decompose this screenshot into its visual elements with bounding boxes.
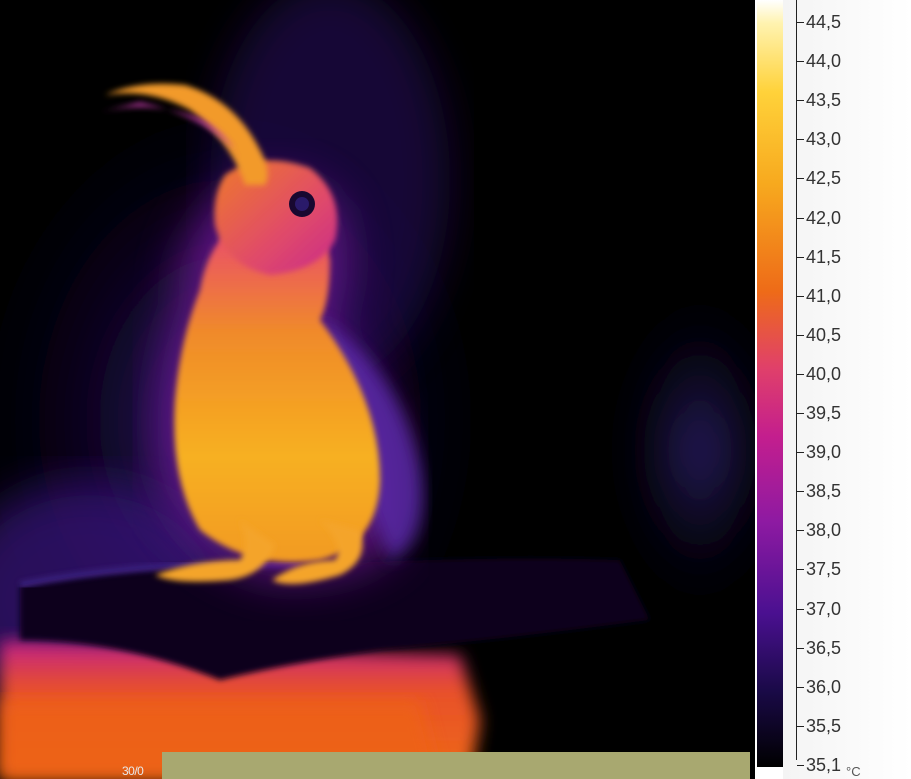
scale-tick-mark bbox=[797, 647, 804, 649]
scale-tick-mark bbox=[797, 217, 804, 219]
scale-tick-label: 41,5 bbox=[806, 246, 842, 267]
scale-tick-label: 36,0 bbox=[806, 676, 842, 697]
scale-tick-label: 44,0 bbox=[806, 51, 842, 72]
bird-thermal-graphic bbox=[0, 0, 755, 779]
bottom-status-bar bbox=[162, 752, 750, 779]
scale-tick-label: 38,5 bbox=[806, 481, 842, 502]
scale-tick-mark bbox=[797, 22, 804, 23]
scale-tick-label: 42,0 bbox=[806, 207, 842, 228]
scale-tick-label: 42,5 bbox=[806, 168, 842, 189]
scale-tick-label: 37,0 bbox=[806, 598, 842, 619]
scale-tick-label: 37,5 bbox=[806, 559, 842, 580]
scale-tick-mark bbox=[797, 608, 804, 610]
scale-tick-mark bbox=[797, 764, 804, 766]
thermal-image bbox=[0, 0, 755, 779]
scale-tick-label: 38,0 bbox=[806, 520, 842, 541]
scale-tick-mark bbox=[797, 725, 804, 727]
corner-text: 30/0 bbox=[122, 764, 144, 778]
temperature-scale bbox=[783, 0, 911, 779]
scale-tick-mark bbox=[797, 61, 804, 63]
scale-tick-mark bbox=[797, 452, 804, 454]
scale-tick-label: 39,0 bbox=[806, 442, 842, 463]
scale-tick-label: 41,0 bbox=[806, 285, 842, 306]
scale-tick-mark bbox=[797, 139, 804, 141]
scale-tick-label: 39,5 bbox=[806, 403, 842, 423]
scale-tick-label: 36,5 bbox=[806, 637, 842, 658]
scale-tick-label: 40,5 bbox=[806, 324, 842, 345]
scale-tick-label: 44,5 bbox=[806, 12, 842, 32]
scale-tick-mark bbox=[797, 334, 804, 336]
scale-tick-mark bbox=[797, 530, 804, 532]
scale-tick-mark bbox=[797, 413, 804, 414]
scale-tick-label: 43,0 bbox=[806, 129, 842, 150]
scale-tick-mark bbox=[797, 178, 804, 180]
scale-tick-mark bbox=[797, 100, 804, 102]
scale-tick-label: 40,0 bbox=[806, 363, 842, 384]
scale-tick-mark bbox=[797, 295, 804, 297]
scale-tick-mark bbox=[797, 373, 804, 375]
temperature-color-bar bbox=[757, 0, 783, 767]
scale-unit-label: °C bbox=[846, 764, 861, 779]
scale-tick-label: 43,5 bbox=[806, 90, 842, 111]
scale-tick-mark bbox=[797, 256, 804, 258]
scale-tick-label: 35,5 bbox=[806, 715, 842, 736]
scale-tick-mark bbox=[797, 686, 804, 688]
scale-tick-mark bbox=[797, 491, 804, 493]
scale-tick-label: 35,1 bbox=[806, 754, 842, 775]
scale-axis-line bbox=[796, 0, 797, 760]
scale-tick-mark bbox=[797, 569, 804, 571]
